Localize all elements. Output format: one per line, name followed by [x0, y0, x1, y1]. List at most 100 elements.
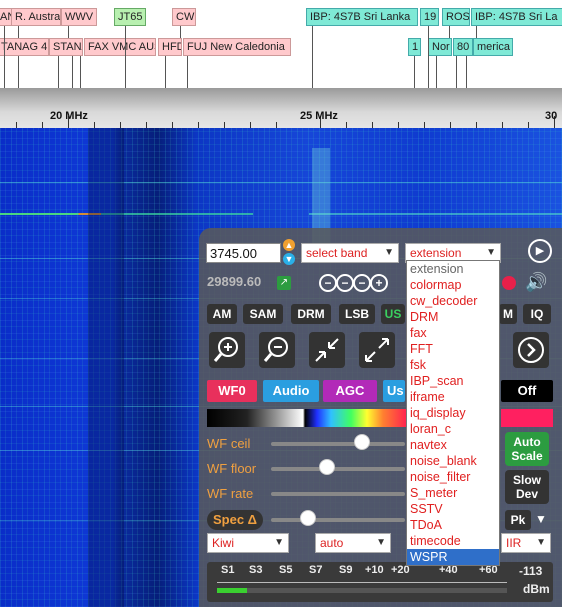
page-right-button[interactable] [513, 332, 549, 368]
zoom-band-in-button[interactable] [309, 332, 345, 368]
station-label[interactable]: IBP: 4S7B Sri La [471, 8, 562, 26]
station-label[interactable]: 1 [408, 38, 421, 56]
extension-option[interactable]: noise_blank [407, 453, 499, 469]
spec-slider[interactable] [271, 518, 405, 522]
extension-option[interactable]: fsk [407, 357, 499, 373]
wf-floor-slider[interactable] [271, 467, 405, 471]
zoom-step-minus-icon[interactable]: − [353, 274, 371, 292]
zoom-step-plus-icon[interactable]: + [370, 274, 388, 292]
station-label[interactable]: R. Austra [11, 8, 61, 26]
zoom-step-minus-icon[interactable]: − [336, 274, 354, 292]
off-button[interactable]: Off [501, 380, 553, 402]
mode-lsb-button[interactable]: LSB [339, 304, 375, 324]
extension-option[interactable]: colormap [407, 277, 499, 293]
kiwi-select[interactable]: Kiwi ▼ [207, 533, 289, 553]
zoom-step-minus-icon[interactable]: − [319, 274, 337, 292]
chevron-right-icon [518, 337, 544, 363]
s-meter-mark: S7 [309, 564, 323, 576]
auto-scale-button[interactable]: Auto Scale [505, 432, 549, 466]
extension-option[interactable]: TDoA [407, 517, 499, 533]
station-label[interactable]: merica [473, 38, 513, 56]
station-label[interactable]: HFD [158, 38, 182, 56]
auto-select[interactable]: auto ▼ [315, 533, 391, 553]
collapse-arrows-icon [315, 338, 339, 362]
wf-floor-slider-thumb[interactable] [319, 459, 335, 475]
spec-button[interactable]: Spec Δ [207, 510, 263, 530]
station-label[interactable]: STANA [49, 38, 83, 56]
station-label[interactable]: Nor [428, 38, 452, 56]
s-meter-mark: S5 [279, 564, 293, 576]
extension-option[interactable]: DRM [407, 309, 499, 325]
s-meter-mark: +10 [365, 564, 384, 576]
wf-rate-slider[interactable] [271, 492, 405, 496]
zoom-out-button[interactable] [259, 332, 295, 368]
extension-option[interactable]: cw_decoder [407, 293, 499, 309]
wf-tab-button[interactable]: WF0 [207, 380, 257, 402]
s-meter: S1 S3 S5 S7 S9 +10 +20 +40 +60 -113 dBm [207, 562, 553, 602]
extension-option[interactable]: IBP_scan [407, 373, 499, 389]
extension-option[interactable]: loran_c [407, 421, 499, 437]
extension-option[interactable]: timecode [407, 533, 499, 549]
wf-floor-label: WF floor [207, 461, 257, 476]
station-label[interactable]: IBP: 4S7B Sri Lanka [306, 8, 418, 26]
extension-option[interactable]: S_meter [407, 485, 499, 501]
station-label[interactable]: 80 [453, 38, 473, 56]
extension-option[interactable]: navtex [407, 437, 499, 453]
extension-option[interactable]: noise_filter [407, 469, 499, 485]
wf-ceil-slider[interactable] [271, 442, 405, 446]
station-label[interactable]: FAX VMC AUS [84, 38, 156, 56]
s-meter-level: -113 [519, 564, 543, 578]
mode-iq-button[interactable]: IQ [523, 304, 551, 324]
mode-usb-button[interactable]: US [381, 304, 405, 324]
audio-tab-button[interactable]: Audio [263, 380, 319, 402]
station-label[interactable]: CW [172, 8, 196, 26]
spec-slider-thumb[interactable] [300, 510, 316, 526]
zoom-max-out-button[interactable] [359, 332, 395, 368]
extension-option[interactable]: SSTV [407, 501, 499, 517]
station-label[interactable]: FUJ New Caledonia [183, 38, 291, 56]
scale-label-25mhz: 25 MHz [300, 110, 338, 122]
slow-dev-button[interactable]: Slow Dev [505, 470, 549, 504]
mode-drm-button[interactable]: DRM [291, 304, 331, 324]
frequency-scale[interactable]: 20 MHz 25 MHz 30 [0, 88, 562, 128]
play-icon[interactable]: ▶ [528, 239, 552, 263]
s-meter-mark: S1 [221, 564, 235, 576]
freq-down-icon[interactable]: ▼ [283, 253, 295, 265]
scale-label-30mhz: 30 [545, 110, 558, 122]
station-label[interactable]: WWV [61, 8, 97, 26]
iir-select[interactable]: IIR ▼ [501, 533, 551, 553]
mode-am-button[interactable]: AM [207, 304, 237, 324]
extension-option[interactable]: extension [407, 261, 499, 277]
frequency-input[interactable] [206, 243, 281, 263]
extension-option[interactable]: iframe [407, 389, 499, 405]
station-label[interactable]: JT65 [114, 8, 146, 26]
expand-arrows-icon [365, 338, 389, 362]
wf-rate-label: WF rate [207, 486, 254, 501]
station-label[interactable]: 19 [420, 8, 439, 26]
extension-option[interactable]: iq_display [407, 405, 499, 421]
extension-option[interactable]: FFT [407, 341, 499, 357]
band-select[interactable]: select band ▼ [301, 243, 399, 263]
agc-tab-button[interactable]: AGC [323, 380, 377, 402]
s-meter-mark: S9 [339, 564, 353, 576]
wf-ceil-slider-thumb[interactable] [354, 434, 370, 450]
station-label[interactable]: TANAG 4 [0, 38, 49, 56]
speaker-icon[interactable]: 🔊 [525, 272, 547, 293]
external-link-icon[interactable]: ↗ [277, 276, 291, 290]
record-icon[interactable] [502, 276, 516, 290]
extension-dropdown-list[interactable]: extension colormap cw_decoder DRM fax FFT fsk I… [406, 260, 500, 566]
freq-up-icon[interactable]: ▲ [283, 239, 295, 251]
users-tab-button[interactable]: Us [383, 380, 405, 402]
zoom-in-button[interactable] [209, 332, 245, 368]
station-label[interactable]: ROS [442, 8, 470, 26]
extension-option[interactable]: fax [407, 325, 499, 341]
s-meter-mark: S3 [249, 564, 263, 576]
pk-dropdown-icon[interactable]: ▼ [535, 512, 547, 526]
mode-sam-button[interactable]: SAM [243, 304, 283, 324]
pk-button[interactable]: Pk [505, 510, 531, 530]
extension-option[interactable]: WSPR [407, 549, 499, 565]
colormap-bar[interactable] [207, 409, 407, 427]
s-meter-bar [217, 588, 247, 593]
s-meter-unit: dBm [523, 582, 550, 596]
mode-nbfm-button[interactable]: M [499, 304, 517, 324]
